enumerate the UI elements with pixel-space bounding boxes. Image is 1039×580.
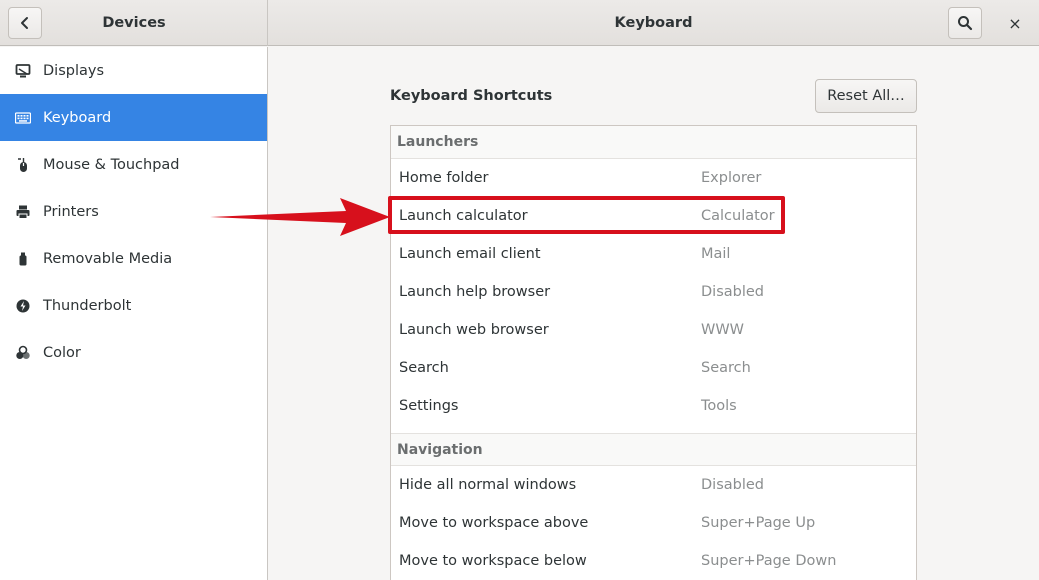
- shortcut-accel: Super+Page Down: [701, 553, 837, 569]
- shortcut-accel: Mail: [701, 246, 731, 262]
- shortcut-row[interactable]: Launch help browser Disabled: [391, 273, 916, 311]
- shortcut-row[interactable]: Search Search: [391, 349, 916, 387]
- shortcuts-list: Launchers Home folder Explorer Launch ca…: [390, 125, 917, 580]
- sidebar-item-label: Mouse & Touchpad: [43, 156, 180, 173]
- shortcut-name: Hide all normal windows: [399, 477, 577, 493]
- shortcut-name: Move to workspace below: [399, 553, 587, 569]
- mouse-icon: [14, 156, 32, 174]
- shortcut-row[interactable]: Launch email client Mail: [391, 235, 916, 273]
- shortcut-accel: Super+Page Up: [701, 515, 816, 531]
- shortcut-row[interactable]: Home folder Explorer: [391, 159, 916, 197]
- shortcut-accel: Search: [701, 360, 751, 376]
- search-button[interactable]: [948, 7, 982, 39]
- shortcut-name: Launch email client: [399, 246, 541, 262]
- sidebar-item-label: Color: [43, 344, 81, 361]
- sidebar-item-label: Displays: [43, 62, 105, 79]
- sidebar-header: Devices: [0, 0, 268, 46]
- sidebar-item-label: Printers: [43, 203, 99, 220]
- shortcut-name: Launch web browser: [399, 322, 549, 338]
- header-bar: Devices Keyboard ×: [0, 0, 1039, 46]
- sidebar-item-label: Thunderbolt: [43, 297, 132, 314]
- shortcut-row[interactable]: Move to workspace below Super+Page Down: [391, 542, 916, 580]
- shortcut-accel: WWW: [701, 322, 745, 338]
- shortcut-row[interactable]: Launch web browser WWW: [391, 311, 916, 349]
- sidebar-item-thunderbolt[interactable]: Thunderbolt: [0, 282, 267, 329]
- shortcut-accel: Explorer: [701, 170, 762, 186]
- shortcut-row[interactable]: Move to workspace above Super+Page Up: [391, 504, 916, 542]
- shortcut-accel: Disabled: [701, 284, 764, 300]
- usb-media-icon: [14, 250, 32, 268]
- printer-icon: [14, 203, 32, 221]
- search-icon: [958, 16, 973, 31]
- annotation-highlight-box: [388, 196, 785, 234]
- shortcut-name: Search: [399, 360, 449, 376]
- chevron-left-icon: [21, 17, 28, 29]
- keyboard-icon: [14, 109, 32, 127]
- back-button[interactable]: [8, 7, 42, 39]
- group-header-navigation: Navigation: [391, 433, 916, 466]
- sidebar-item-color[interactable]: Color: [0, 329, 267, 376]
- shortcut-accel: Disabled: [701, 477, 764, 493]
- shortcut-name: Home folder: [399, 170, 489, 186]
- color-icon: [14, 344, 32, 362]
- sidebar-item-label: Removable Media: [43, 250, 173, 267]
- page-title: Keyboard: [614, 15, 693, 31]
- close-button[interactable]: ×: [1001, 7, 1029, 39]
- shortcut-row[interactable]: Hide all normal windows Disabled: [391, 466, 916, 504]
- sidebar-item-mouse-touchpad[interactable]: Mouse & Touchpad: [0, 141, 267, 188]
- reset-all-button[interactable]: Reset All…: [815, 79, 917, 113]
- sidebar-item-removable-media[interactable]: Removable Media: [0, 235, 267, 282]
- sidebar-item-keyboard[interactable]: Keyboard: [0, 94, 267, 141]
- main-panel: Keyboard Shortcuts Reset All… Launchers …: [269, 47, 1039, 580]
- annotation-arrow: [210, 198, 390, 236]
- thunderbolt-icon: [14, 297, 32, 315]
- shortcut-accel: Tools: [701, 398, 737, 414]
- sidebar: Displays Keyboard Mouse & Touchpad Print…: [0, 47, 268, 580]
- shortcut-name: Launch help browser: [399, 284, 551, 300]
- sidebar-item-displays[interactable]: Displays: [0, 47, 267, 94]
- shortcut-name: Move to workspace above: [399, 515, 589, 531]
- section-title: Keyboard Shortcuts: [390, 88, 553, 104]
- shortcut-row[interactable]: Settings Tools: [391, 387, 916, 425]
- shortcut-name: Settings: [399, 398, 459, 414]
- display-icon: [14, 62, 32, 80]
- group-header-launchers: Launchers: [391, 126, 916, 159]
- close-icon: ×: [1008, 13, 1022, 33]
- sidebar-item-label: Keyboard: [43, 109, 112, 126]
